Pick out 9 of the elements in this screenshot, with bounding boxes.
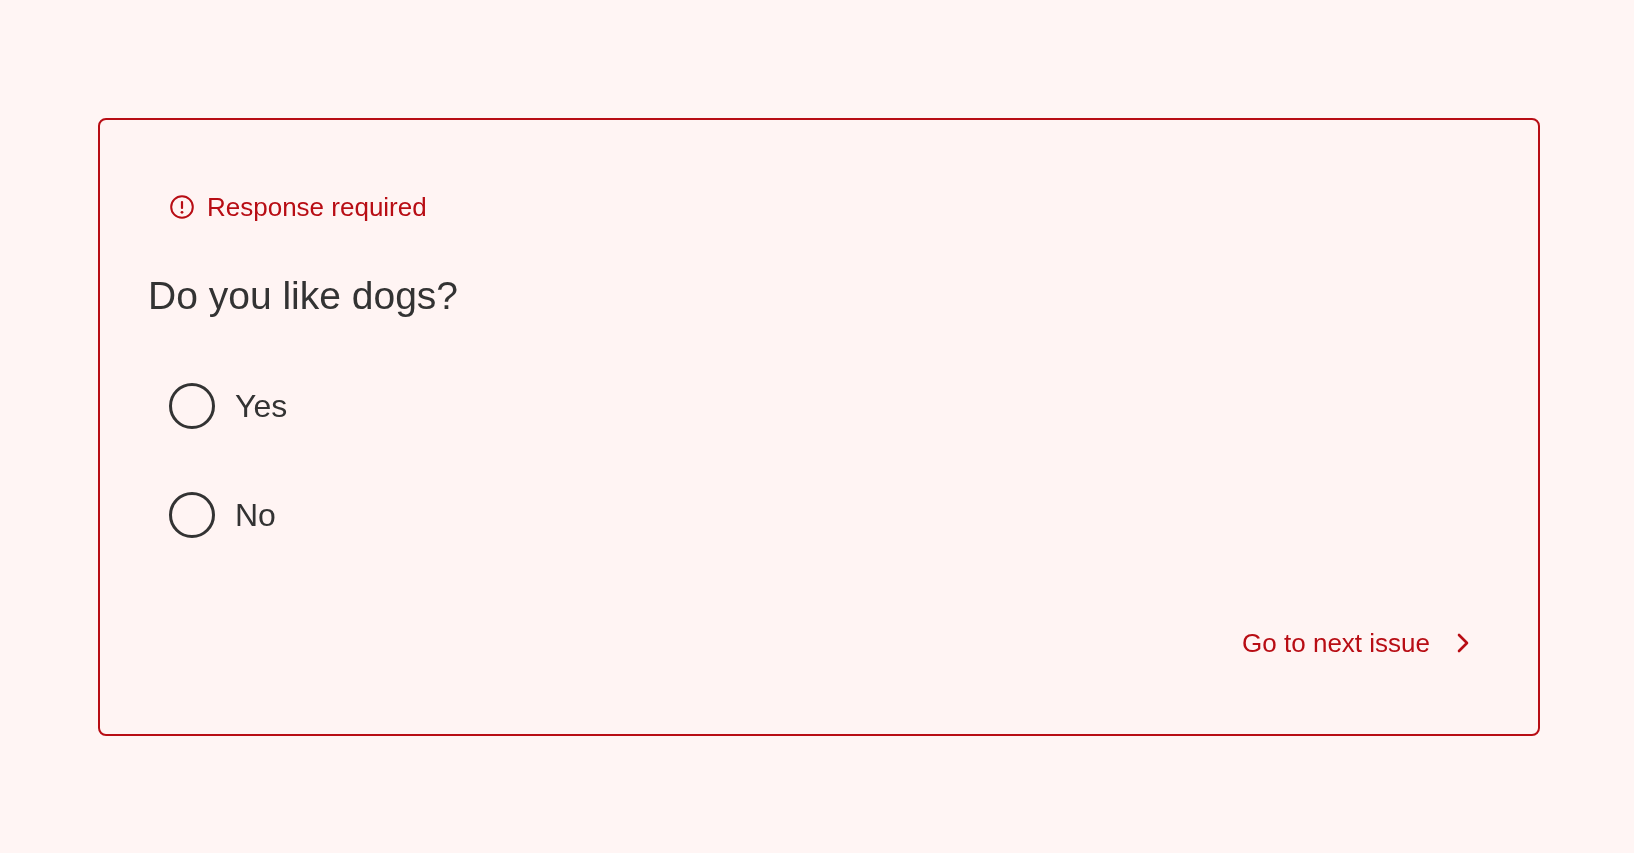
exclamation-circle-icon	[170, 195, 194, 219]
radio-button[interactable]	[168, 382, 216, 430]
option-label[interactable]: Yes	[235, 386, 288, 426]
radio-button[interactable]	[168, 491, 216, 539]
option-label[interactable]: No	[235, 495, 276, 535]
question-text: Do you like dogs?	[148, 273, 459, 319]
next-issue-link[interactable]: Go to next issue	[1242, 627, 1469, 659]
chevron-right-icon	[1457, 633, 1469, 653]
error-message: Response required	[207, 191, 427, 223]
